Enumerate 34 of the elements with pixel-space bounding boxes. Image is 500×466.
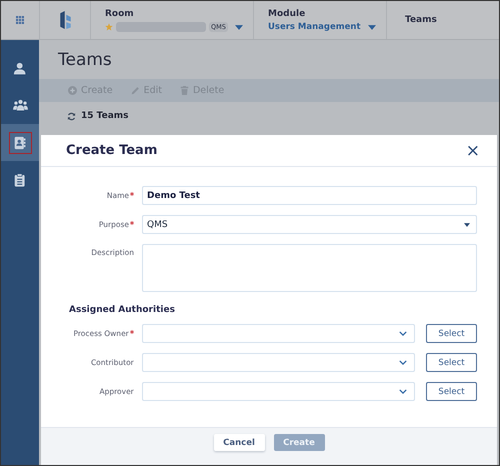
plus-circle-icon	[68, 86, 77, 95]
purpose-dropdown[interactable]: QMS	[142, 215, 477, 234]
dialog-title: Create Team	[66, 143, 158, 158]
select-button[interactable]: Select	[426, 324, 477, 343]
star-icon	[105, 23, 113, 31]
cancel-button[interactable]: Cancel	[214, 434, 264, 451]
refresh-icon[interactable]	[67, 112, 76, 120]
caret-icon[interactable]	[368, 24, 376, 30]
pencil-icon	[130, 86, 140, 95]
team-count: 15 Teams	[81, 111, 129, 121]
trash-icon	[180, 86, 189, 95]
dropdown-caret-icon	[464, 222, 470, 226]
text-field[interactable]: Demo Test	[142, 186, 477, 205]
selected-value: QMS	[147, 220, 168, 230]
app-grid-icon[interactable]	[16, 16, 24, 24]
select-button[interactable]: Select	[426, 353, 477, 372]
section-heading: Assigned Authorities	[68, 305, 176, 315]
module-dropdown[interactable]: Users Management	[268, 22, 361, 32]
current-page: Teams	[405, 15, 437, 25]
sidebar-item[interactable]	[1, 124, 39, 161]
logo-icon[interactable]	[58, 10, 72, 30]
page-title: Teams	[57, 49, 113, 72]
chevron-down-icon	[399, 389, 408, 394]
module-label: Module	[268, 8, 306, 20]
chevron-down-icon	[399, 360, 408, 365]
description-field[interactable]	[142, 244, 477, 292]
close-button[interactable]: ×	[466, 142, 480, 158]
user-icon	[12, 62, 28, 76]
room-label: Room	[105, 8, 135, 20]
clipboard-icon	[12, 172, 28, 186]
caret-icon[interactable]	[234, 24, 243, 30]
users-icon	[12, 98, 28, 112]
select-button[interactable]: Select	[426, 382, 477, 401]
chevron-down-icon	[399, 331, 408, 336]
